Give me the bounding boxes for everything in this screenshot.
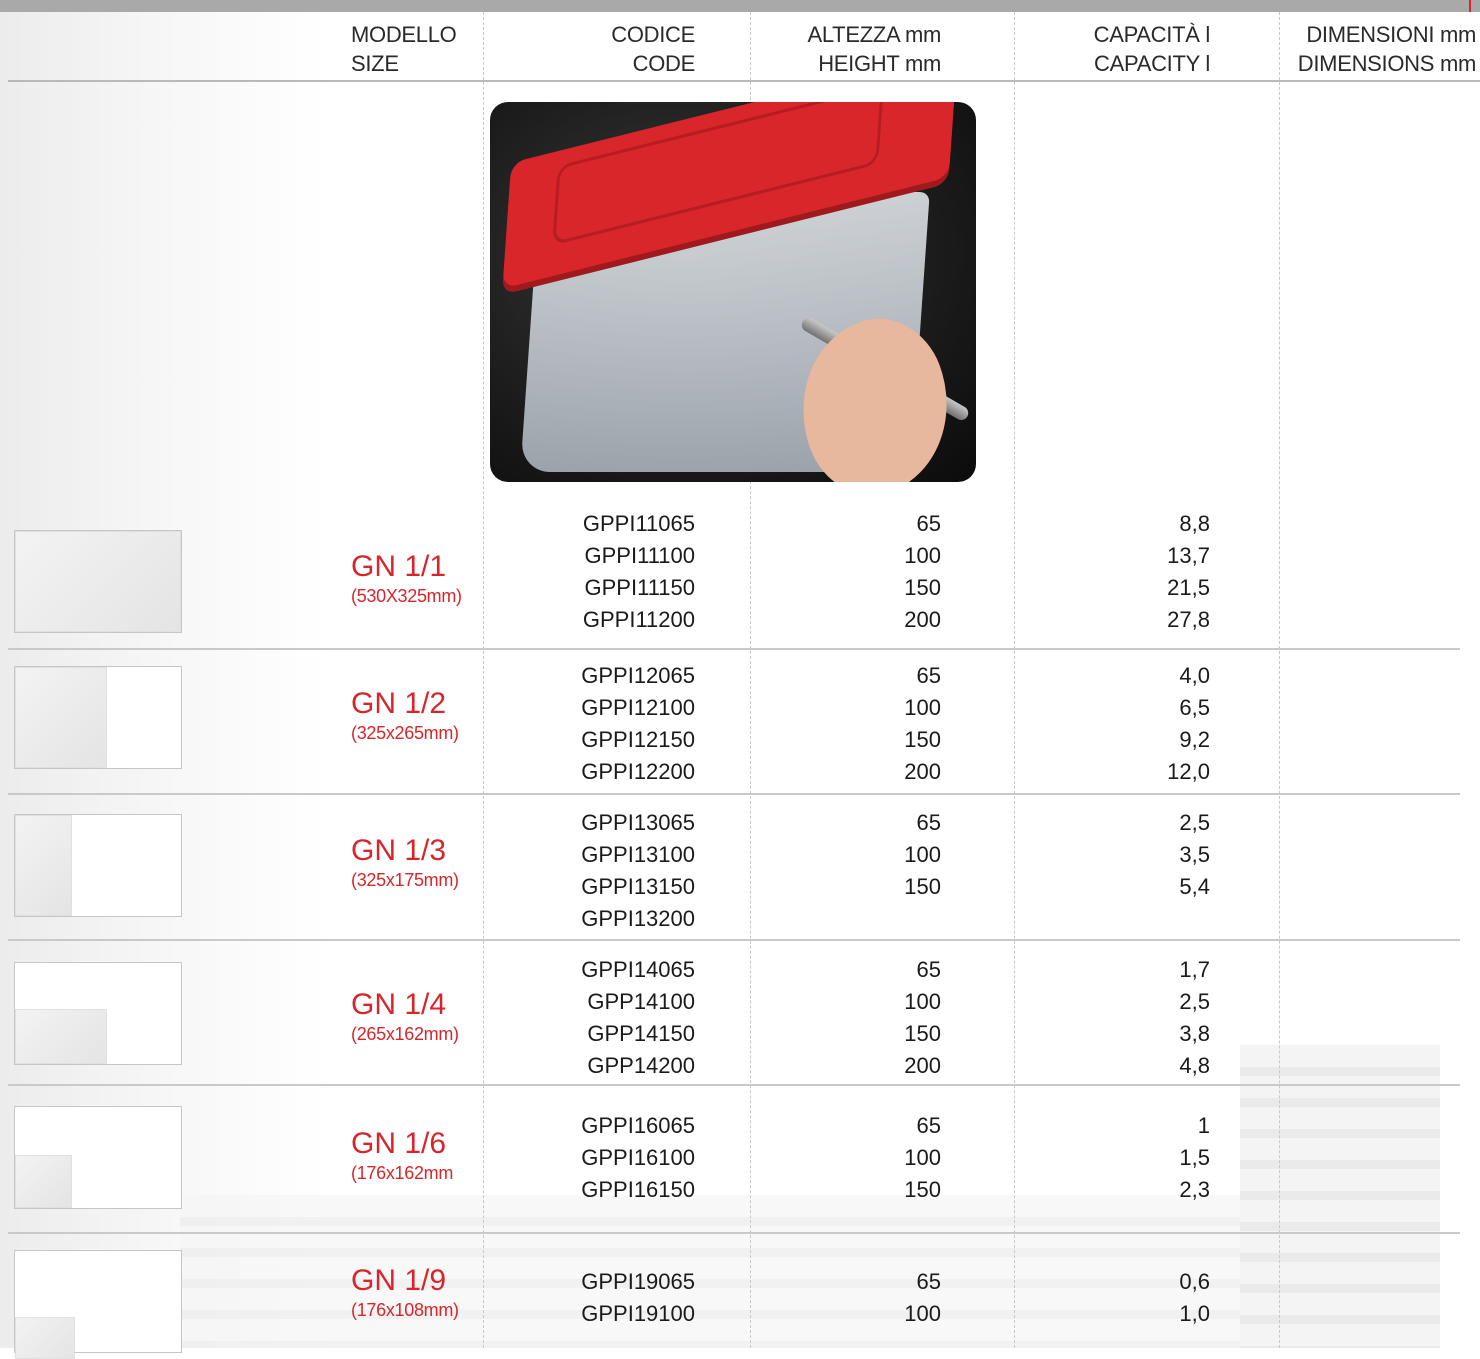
gn-1-6-thumbnail [14,1106,182,1209]
row-separator [8,1232,1460,1234]
capacities-gn-1-6: 1 1,5 2,3 [1179,1113,1210,1202]
header-code: CODICE CODE [611,22,695,76]
model-gn-1-1: GN 1/1 (530X325mm) [351,550,462,606]
codes-gn-1-6: GPPI16065 GPPI16100 GPPI16150 [581,1113,695,1202]
heights-gn-1-6: 65 100 150 [904,1113,941,1202]
corner-mark [1469,0,1471,12]
model-gn-1-4: GN 1/4 (265x162mm) [351,988,459,1044]
gn-1-4-thumbnail [14,962,182,1065]
gn-1-9-thumbnail [14,1250,182,1359]
header-dimensions: DIMENSIONI mm DIMENSIONS mm [1297,22,1477,76]
col-divider [483,12,484,1348]
row-separator [8,648,1460,650]
model-gn-1-6: GN 1/6 (176x162mm [351,1127,454,1183]
model-gn-1-2: GN 1/2 (325x265mm) [351,687,459,743]
top-bar [0,0,1480,12]
heights-gn-1-4: 65 100 150 200 [904,957,941,1078]
codes-gn-1-1: GPPI11065 GPPI11100 GPPI11150 GPPI11200 [582,511,695,632]
product-photo [490,102,976,482]
capacities-gn-1-3: 2,5 3,5 5,4 [1179,810,1210,899]
capacities-gn-1-4: 1,7 2,5 3,8 4,8 [1179,957,1210,1078]
header-rule [8,80,1480,82]
header-capacity: CAPACITÀ l CAPACITY l [1093,22,1211,76]
model-gn-1-9: GN 1/9 (176x108mm) [351,1264,459,1320]
header-height: ALTEZZA mm HEIGHT mm [807,22,942,76]
row-separator [8,1084,1460,1086]
col-divider [1279,12,1280,1348]
heights-gn-1-1: 65 100 150 200 [904,511,941,632]
codes-gn-1-2: GPPI12065 GPPI12100 GPPI12150 GPPI12200 [581,663,695,784]
stacked-trays-image [1240,1045,1440,1348]
capacities-gn-1-2: 4,0 6,5 9,2 12,0 [1167,663,1210,784]
gn-1-1-thumbnail [14,530,182,633]
codes-gn-1-4: GPPI14065 GPP14100 GPP14150 GPP14200 [581,957,695,1078]
heights-gn-1-3: 65 100 150 [904,810,941,899]
heights-gn-1-2: 65 100 150 200 [904,663,941,784]
codes-gn-1-9: GPPI19065 GPPI19100 [581,1269,695,1326]
capacities-gn-1-1: 8,8 13,7 21,5 27,8 [1167,511,1210,632]
capacities-gn-1-9: 0,6 1,0 [1179,1269,1210,1326]
gn-1-2-thumbnail [14,666,182,769]
row-separator [8,793,1460,795]
codes-gn-1-3: GPPI13065 GPPI13100 GPPI13150 GPPI13200 [581,810,695,931]
model-gn-1-3: GN 1/3 (325x175mm) [351,834,459,890]
row-separator [8,939,1460,941]
col-divider [1014,12,1015,1348]
heights-gn-1-9: 65 100 [904,1269,941,1326]
gn-1-3-thumbnail [14,814,182,917]
header-model: MODELLO SIZE [351,22,457,76]
